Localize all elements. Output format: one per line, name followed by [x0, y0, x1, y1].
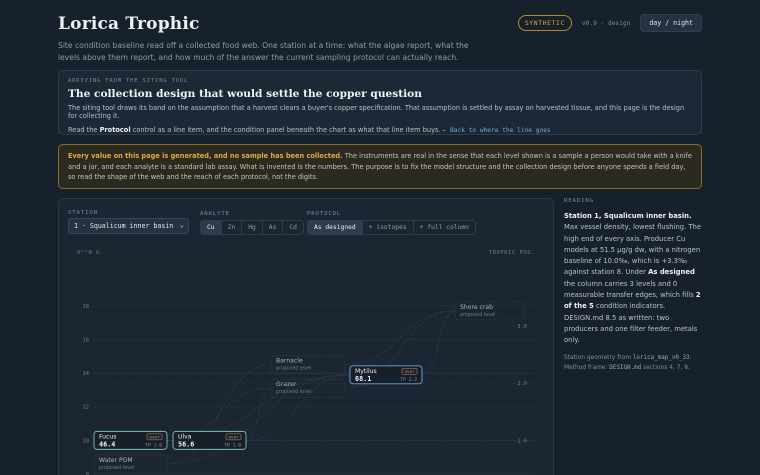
- arriving-instruction: Read the Protocol control as a line item…: [68, 126, 692, 134]
- node-sub: proposed level: [276, 366, 311, 372]
- reading-footnote: Station geometry from lorica_map_v0_33. …: [564, 353, 702, 374]
- synthetic-badge: SYNTHETIC: [517, 15, 572, 31]
- node-name: Shore crab: [460, 304, 493, 311]
- y-tick-label: 18: [83, 304, 90, 310]
- node-value: 46.4: [99, 440, 115, 448]
- node-tp: TP 2.2: [400, 377, 417, 383]
- node-sub: proposed level: [276, 389, 311, 395]
- foot2-code: DESIGN.md: [609, 365, 642, 372]
- over-tag-label: over: [404, 370, 415, 375]
- y-tick-label: 12: [83, 405, 90, 411]
- foot2-end: sections 4, 7, 8.: [641, 365, 690, 372]
- node-name: Ulva: [178, 433, 192, 440]
- trophic-link: [344, 310, 456, 365]
- header-badges: SYNTHETIC v0.9 · design day / night: [517, 14, 702, 32]
- y-axis-label: δ¹⁵N ‰: [77, 249, 100, 256]
- y-tick-label: 16: [83, 337, 90, 343]
- trophic-link: [245, 374, 351, 441]
- reading-kicker: READING: [564, 198, 594, 204]
- trophic-link: [166, 374, 351, 465]
- over-tag-label: over: [228, 436, 239, 441]
- y-tick-label: 14: [83, 371, 90, 377]
- instruction-rest: control as a line item, and the conditio…: [130, 126, 441, 134]
- node-name: Barnacle: [276, 358, 303, 365]
- node-tp: TP 1.0: [224, 442, 241, 448]
- reading-protocol: As designed: [648, 268, 695, 277]
- synthetic-warning: Every value on this page is generated, a…: [58, 144, 702, 189]
- foot1-text: Station geometry from: [564, 354, 633, 361]
- back-link[interactable]: ← Back to where the line goes: [443, 127, 551, 134]
- arriving-text: The siting tool draws its band on the as…: [68, 104, 685, 120]
- instruction-lead: Read the: [68, 126, 100, 134]
- reading-column: READING Station 1, Squalicum inner basin…: [564, 198, 702, 374]
- footnote-geometry: Station geometry from lorica_map_v0_33.: [564, 353, 702, 364]
- y2-axis-label: TROPHIC POS.: [489, 250, 535, 256]
- node-name: Water POM: [99, 457, 133, 464]
- y2-tick-label: 3.0: [517, 324, 527, 330]
- trophic-link: [245, 387, 272, 441]
- node-name: Mytilus: [355, 368, 377, 375]
- foot1-code: lorica_map_v0_33: [632, 354, 690, 361]
- node-name: Grazer: [276, 381, 297, 388]
- day-night-toggle[interactable]: day / night: [640, 14, 702, 32]
- reading-text-2: the column carries 3 levels and 0 measur…: [564, 279, 696, 300]
- reading-body: Station 1, Squalicum inner basin. Max ve…: [564, 211, 702, 347]
- arriving-title: The collection design that would settle …: [68, 88, 422, 100]
- node-name: Fucus: [99, 433, 116, 440]
- version-label: v0.9 · design: [581, 19, 631, 27]
- footnote-method: Method frame: DESIGN.md sections 4, 7, 8…: [564, 363, 702, 374]
- over-tag-label: over: [149, 436, 160, 441]
- y2-tick-label: 1.0: [517, 438, 527, 444]
- reading-station: Station 1, Squalicum inner basin.: [564, 212, 692, 220]
- page-lede: Site condition baseline read off a colle…: [58, 41, 469, 62]
- node-value: 68.1: [355, 375, 371, 383]
- warning-bold: Every value on this page is generated, a…: [68, 152, 343, 160]
- node-sub: proposed level: [460, 312, 495, 318]
- trophic-panel: STATION 1 · Squalicum inner basin ⌄ ANAL…: [58, 198, 554, 475]
- foot2-text: Method frame:: [564, 365, 610, 372]
- arriving-kicker: ARRIVING FROM THE SITING TOOL: [68, 78, 189, 84]
- arriving-card: ARRIVING FROM THE SITING TOOL The collec…: [58, 70, 702, 135]
- instruction-bold: Protocol: [99, 126, 131, 134]
- trophic-chart: δ¹⁵N ‰ TROPHIC POS.810121416181.02.03.0Fu…: [77, 249, 535, 475]
- node-tp: TP 1.0: [145, 442, 162, 448]
- foot1-end: .: [689, 354, 692, 361]
- node-sub: proposed level: [99, 465, 134, 471]
- trophic-link: [166, 374, 351, 441]
- y-tick-label: 10: [83, 438, 90, 444]
- trophic-link: [421, 310, 456, 376]
- node-value: 56.6: [178, 440, 194, 448]
- page-title: Lorica Trophic: [58, 14, 200, 34]
- y2-tick-label: 2.0: [517, 381, 527, 387]
